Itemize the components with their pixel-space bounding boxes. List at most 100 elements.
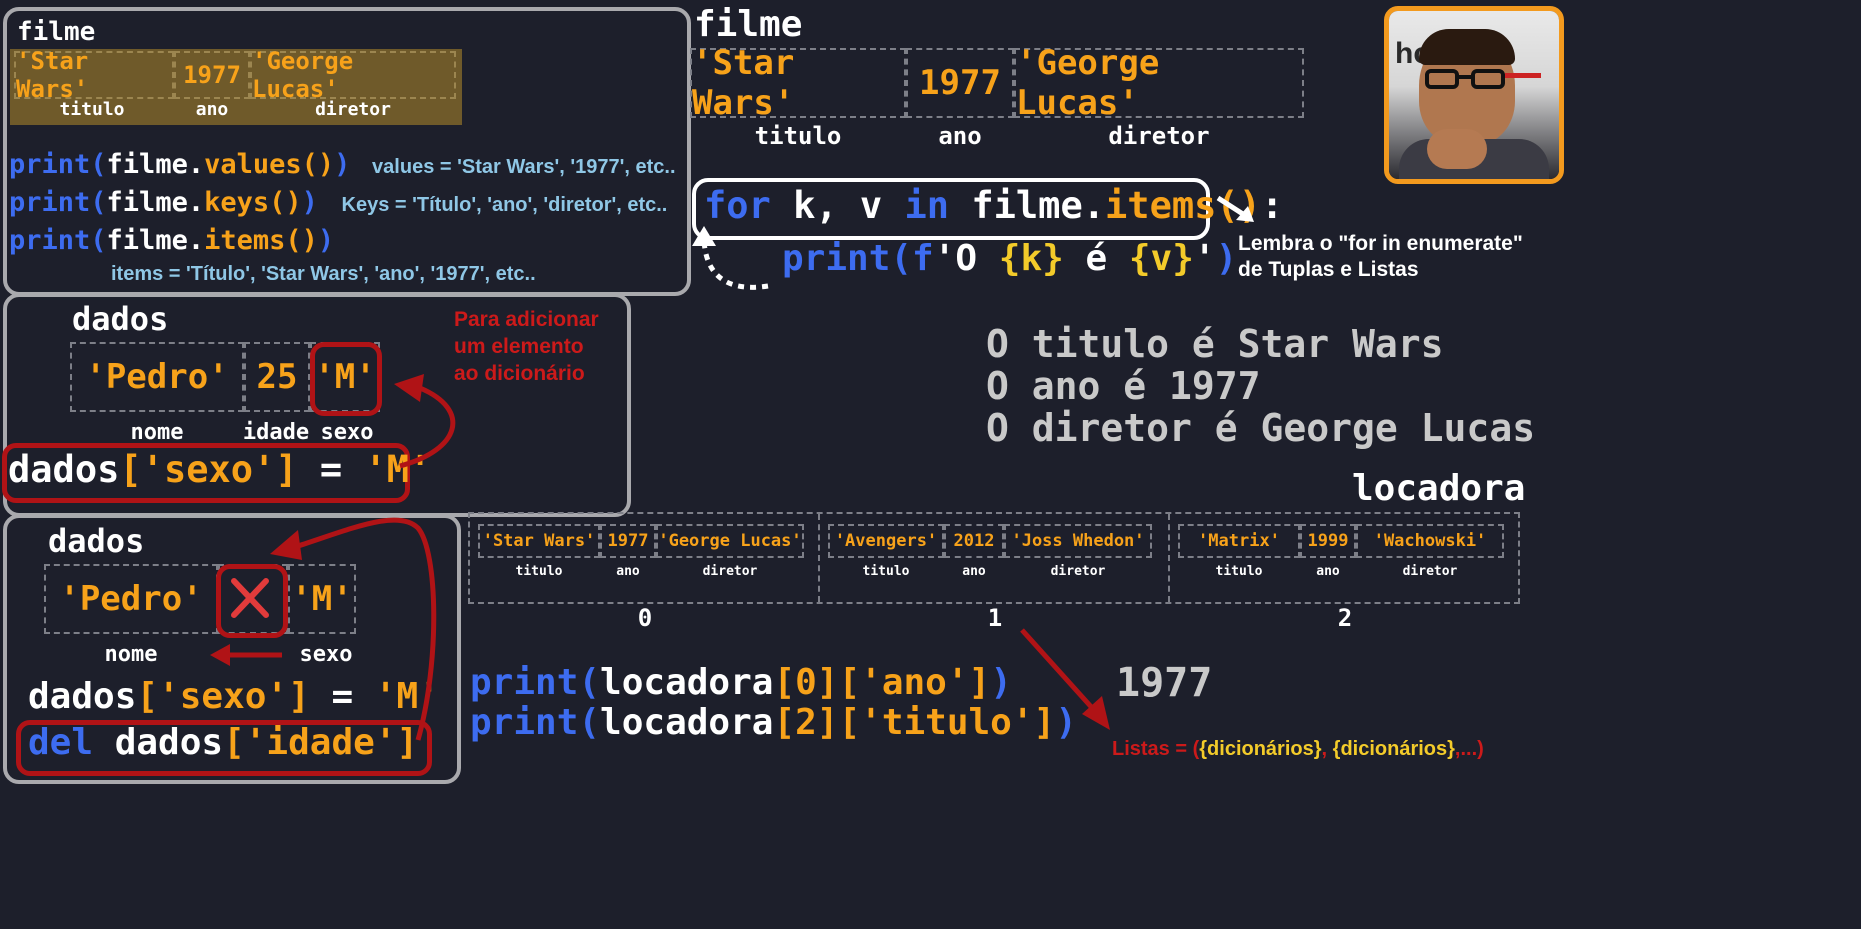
panel1-value-titulo: 'Star Wars' [14, 47, 174, 103]
panel-filme-methods: filme 'Star Wars' 1977 'George Lucas' ti… [3, 7, 691, 296]
panel1-code-line-keys: print(filme.keys()) Keys = 'Título', 'an… [9, 187, 667, 218]
output-line-1: O titulo é Star Wars [986, 322, 1444, 366]
record-value-diretor: 'George Lucas' [656, 524, 804, 558]
record-label-diretor: diretor [1050, 564, 1106, 579]
panel1-label-titulo: titulo [59, 99, 125, 120]
code-index: [0] [773, 662, 839, 703]
code-print: print( [470, 662, 601, 703]
reminder-line-2: de Tuplas e Listas [1238, 258, 1419, 281]
print-close: ) [1215, 238, 1238, 279]
panel2-curved-arrow [394, 374, 456, 469]
record-value-titulo: 'Matrix' [1178, 524, 1300, 558]
code-object: filme [106, 149, 188, 180]
loop-colon: : [1260, 184, 1284, 227]
main-label-ano: ano [938, 122, 982, 150]
code-print: print( [9, 149, 107, 180]
record-label-titulo: titulo [862, 564, 910, 579]
panel2-label-nome: nome [130, 420, 184, 445]
panel2-new-element-highlight [310, 342, 382, 416]
footer-part-b: {dicionários} [1199, 738, 1322, 760]
panel2-code-line: dados['sexo'] = 'M' [8, 448, 431, 491]
keys-note: Keys = 'Título', 'ano', 'diretor', etc.. [341, 194, 668, 216]
values-note: values = 'Star Wars', '1977', etc.. [372, 156, 676, 178]
reminder-arrow [1216, 195, 1254, 222]
code-object: dados [93, 722, 224, 763]
code-close: ) [301, 187, 318, 218]
locadora-code-line-2: print(locadora[2]['titulo']) [470, 702, 1077, 743]
delete-x-icon [231, 578, 269, 618]
code-object: filme [106, 187, 188, 218]
loop-dot: . [1082, 184, 1106, 227]
record-label-diretor: diretor [1402, 564, 1458, 579]
loop-vars: k, v [793, 184, 883, 227]
panel2-note-3: ao dicionário [454, 362, 585, 385]
code-dot: . [187, 149, 205, 180]
code-object: dados [8, 448, 120, 491]
record-value-titulo: 'Star Wars' [478, 524, 600, 558]
code-print: print( [9, 187, 107, 218]
person-hand [1427, 129, 1487, 169]
record-label-ano: ano [962, 564, 986, 579]
kw-del: del [28, 722, 94, 763]
locadora-record-2: 'Matrix' 1999 'Wachowski' titulo ano dir… [1170, 514, 1518, 602]
panel1-code-line-values: print(filme.values()) values = 'Star War… [9, 149, 676, 180]
locadora-title: locadora [1352, 468, 1526, 509]
record-label-titulo: titulo [1215, 564, 1263, 579]
index-1: 1 [987, 604, 1003, 632]
record-value-ano: 1999 [1300, 524, 1356, 558]
code-print: print( [470, 702, 601, 743]
locadora-record-1: 'Avengers' 2012 'Joss Whedon' titulo ano… [820, 514, 1170, 602]
panel2-note-2: um elemento [454, 335, 584, 358]
locadora-pointer-arrow [1020, 628, 1110, 730]
footer-part-c: , [1321, 738, 1333, 760]
code-assign: = [297, 448, 365, 491]
code-close: ) [990, 662, 1012, 703]
code-index: [2] [773, 702, 839, 743]
fstring-text: O [955, 238, 999, 279]
main-filme-dict-row: 'Star Wars' 1977 'George Lucas' [690, 43, 1304, 123]
panel1-dict-row: 'Star Wars' 1977 'George Lucas' titulo a… [10, 47, 462, 125]
print-fstring-line: print(f'O {k} é {v}') [782, 238, 1237, 279]
panel2-label-idade: idade [242, 420, 310, 445]
fstring-e: é [1063, 238, 1129, 279]
main-label-titulo: titulo [754, 122, 842, 150]
code-method: items() [204, 225, 318, 256]
fstring-k: {k} [998, 238, 1064, 279]
record-value-ano: 2012 [944, 524, 1004, 558]
panel3-loop-arrow [270, 517, 437, 741]
panel2-title: dados [72, 300, 169, 338]
locadora-code-line-1: print(locadora[0]['ano']) [470, 662, 1012, 703]
kw-in: in [904, 184, 950, 227]
glasses-icon [1425, 69, 1541, 91]
f-prefix: f [912, 238, 934, 279]
loop-back-arrow [692, 226, 769, 290]
main-value-ano: 1977 [906, 48, 1014, 118]
panel1-value-ano: 1977 [174, 51, 250, 99]
output-line-2: O ano é 1977 [986, 364, 1261, 408]
code-object: dados [28, 676, 137, 717]
items-note: items = 'Título', 'Star Wars', 'ano', '1… [111, 263, 536, 285]
for-loop-line: for k, v in filme.items(): [704, 184, 1283, 227]
index-2: 2 [1337, 604, 1353, 632]
panel3-label-nome: nome [104, 642, 158, 667]
code-dot: . [187, 225, 205, 256]
code-key: ['sexo'] [119, 448, 298, 491]
code-key: ['ano'] [838, 662, 991, 703]
panel1-code-line-items: print(filme.items()) [9, 225, 334, 256]
panel1-value-diretor: 'George Lucas' [250, 47, 456, 103]
code-method: values() [204, 149, 335, 180]
panel3-value-nome: 'Pedro' [44, 564, 218, 634]
code-close: ) [317, 225, 335, 256]
panel1-label-ano: ano [195, 99, 229, 120]
quote-close: ' [1193, 238, 1216, 279]
panel2-value-idade: 25 [244, 342, 310, 412]
footer-part-e: ,...) [1454, 738, 1484, 760]
locadora-result: 1977 [1116, 660, 1213, 706]
locadora-record-0: 'Star Wars' 1977 'George Lucas' titulo a… [470, 514, 820, 602]
panel2-label-sexo: sexo [320, 420, 374, 445]
record-value-diretor: 'Wachowski' [1356, 524, 1504, 558]
webcam-frame: ho [1384, 6, 1564, 184]
footer-part-d: {dicionários} [1332, 738, 1455, 760]
panel2-value-nome: 'Pedro' [70, 342, 244, 412]
main-label-diretor: diretor [1108, 122, 1210, 150]
